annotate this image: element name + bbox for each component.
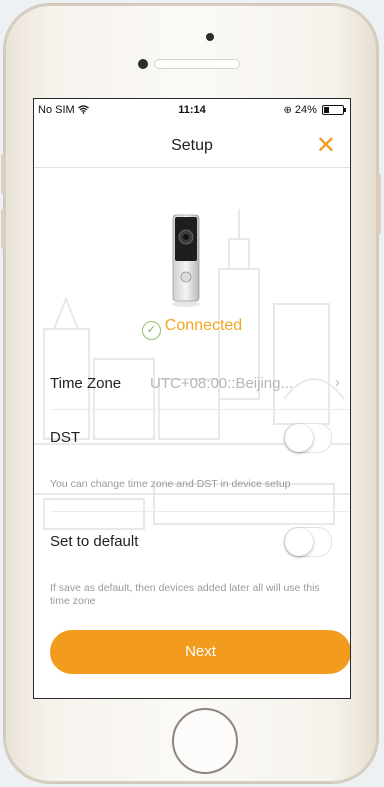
status-bar: No SIM 11:14 ⊕ 24%: [34, 99, 350, 121]
front-camera-icon: [206, 33, 214, 41]
divider: [50, 409, 350, 410]
connection-status-label: Connected: [164, 317, 243, 334]
page-title: Setup: [171, 137, 213, 154]
orientation-lock-icon: ⊕: [283, 105, 292, 116]
toggle-knob: [285, 424, 313, 452]
time-zone-row[interactable]: Time Zone UTC+08:00::Beijing... ›: [34, 363, 350, 407]
connection-status: ✓ Connected: [34, 317, 350, 340]
set-default-row: Set to default: [34, 521, 350, 565]
dst-row: DST: [34, 417, 350, 461]
home-button[interactable]: [172, 708, 238, 774]
toggle-knob: [285, 528, 313, 556]
chevron-right-icon: ›: [334, 374, 340, 391]
battery-percentage: 24%: [294, 104, 317, 116]
next-button[interactable]: Next: [50, 630, 350, 674]
earpiece-speaker: [154, 59, 240, 69]
volume-button: [1, 154, 5, 194]
navigation-bar: Setup ✕: [34, 127, 350, 167]
doorbell-camera-icon: [172, 214, 200, 307]
set-default-toggle[interactable]: [284, 527, 332, 557]
check-icon: ✓: [141, 321, 161, 340]
set-default-hint: If save as default, then devices added l…: [50, 582, 320, 607]
dst-label: DST: [50, 429, 80, 446]
dst-hint: You can change time zone and DST in devi…: [50, 478, 291, 490]
front-sensor-icon: [138, 59, 148, 69]
dst-toggle[interactable]: [284, 423, 332, 453]
volume-button: [1, 209, 5, 249]
time-zone-label: Time Zone: [50, 375, 122, 392]
app-screen: No SIM 11:14 ⊕ 24% Setup ✕ ✓ Connected T…: [33, 98, 351, 699]
divider: [50, 511, 350, 512]
set-default-label: Set to default: [50, 533, 139, 550]
time-zone-value: UTC+08:00::Beijing...: [150, 375, 293, 392]
battery-icon: [322, 105, 346, 116]
power-button: [377, 174, 381, 234]
close-icon[interactable]: ✕: [316, 131, 336, 160]
battery-status: ⊕ 24%: [283, 104, 346, 116]
nav-divider: [34, 167, 350, 168]
